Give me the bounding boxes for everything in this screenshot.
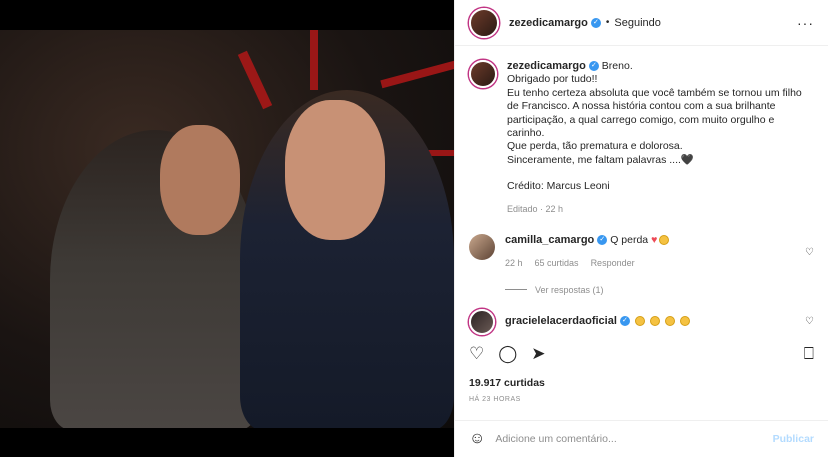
publish-button[interactable]: Publicar	[773, 433, 814, 445]
commenter-avatar[interactable]	[469, 234, 495, 261]
background-light	[237, 50, 273, 110]
post-timestamp: HÁ 23 HORAS	[469, 396, 521, 403]
post-panel: zezedicamargo ✓ • Seguindo ··· zezedicam…	[454, 0, 828, 457]
caption-body: zezedicamargo ✓ Breno. Obrigado por tudo!…	[507, 60, 814, 216]
add-comment-bar: ☺ Publicar	[455, 420, 828, 457]
red-heart-icon: ♥	[651, 234, 658, 247]
verified-icon: ✓	[597, 235, 608, 246]
sad-face-icon	[664, 316, 675, 327]
view-replies-button[interactable]: Ver respostas (1)	[505, 285, 814, 295]
like-comment-icon[interactable]: ♡	[805, 316, 814, 327]
bookmark-icon[interactable]: ⎕	[804, 344, 814, 364]
separator-dot: •	[605, 17, 610, 28]
comment-input[interactable]	[495, 433, 763, 445]
author-avatar[interactable]	[469, 7, 499, 38]
comments-section: zezedicamargo ✓ Breno. Obrigado por tudo!…	[455, 46, 828, 344]
comment-likes[interactable]: 65 curtidas	[535, 257, 579, 270]
caption-line: Breno.	[601, 60, 633, 72]
author-username[interactable]: zezedicamargo	[509, 17, 588, 29]
post-photo[interactable]	[0, 30, 454, 428]
post-header: zezedicamargo ✓ • Seguindo ···	[455, 0, 828, 46]
comment-body: gracielelacerdaoficial ✓	[505, 309, 795, 335]
caption-line: Eu tenho certeza absoluta que você també…	[507, 86, 802, 140]
sad-face-icon	[649, 316, 660, 327]
emoji-picker-icon[interactable]: ☺	[469, 430, 485, 448]
caption-avatar[interactable]	[469, 60, 497, 88]
post-actions: ♡ ◯ ➤ ⎕	[469, 344, 814, 364]
comment-icon[interactable]: ◯	[498, 344, 517, 364]
comment: camilla_camargo ✓ Q perda ♥ 22 h 65 curti…	[469, 234, 814, 271]
follow-status[interactable]: Seguindo	[614, 17, 661, 29]
caption-line-text: Sinceramente, me faltam palavras ....	[507, 153, 681, 166]
commenter-avatar[interactable]	[469, 308, 495, 335]
comment-body: camilla_camargo ✓ Q perda ♥ 22 h 65 curti…	[505, 234, 795, 271]
view-replies-label: Ver respostas (1)	[535, 284, 604, 295]
sad-face-icon	[679, 316, 690, 327]
comment-username[interactable]: camilla_camargo	[505, 234, 594, 246]
view-replies-line	[505, 289, 527, 291]
like-comment-icon[interactable]: ♡	[805, 247, 814, 258]
sad-face-icon	[634, 316, 645, 327]
verified-icon: ✓	[590, 17, 601, 28]
verified-icon: ✓	[588, 61, 599, 72]
verified-icon: ✓	[619, 316, 630, 327]
comment-meta: 22 h 65 curtidas Responder	[505, 257, 795, 270]
caption-meta: Editado · 22 h	[507, 203, 564, 214]
more-options-icon[interactable]: ···	[797, 15, 814, 31]
caption-line: Crédito: Marcus Leoni	[507, 180, 610, 193]
caption-username[interactable]: zezedicamargo	[507, 60, 586, 72]
caption-line: Sinceramente, me faltam palavras ....🖤	[507, 154, 814, 167]
caption: zezedicamargo ✓ Breno. Obrigado por tudo!…	[469, 60, 814, 216]
person-left-face	[160, 125, 240, 235]
background-light	[380, 59, 454, 89]
background-light	[310, 30, 318, 90]
comment-username[interactable]: gracielelacerdaoficial	[505, 315, 617, 327]
comment: gracielelacerdaoficial ✓ ♡	[469, 308, 814, 335]
caption-line: Obrigado por tudo!!	[507, 73, 598, 86]
likes-count[interactable]: 19.917 curtidas	[469, 377, 545, 389]
caption-line: Que perda, tão prematura e dolorosa.	[507, 140, 683, 153]
share-icon[interactable]: ➤	[531, 344, 545, 364]
comment-time: 22 h	[505, 258, 523, 269]
reply-button[interactable]: Responder	[591, 257, 635, 270]
sad-face-icon	[659, 235, 670, 246]
like-icon[interactable]: ♡	[469, 344, 484, 364]
person-right-face	[285, 100, 385, 240]
black-heart-icon: 🖤	[680, 153, 694, 166]
comment-text: Q perda	[610, 234, 649, 247]
